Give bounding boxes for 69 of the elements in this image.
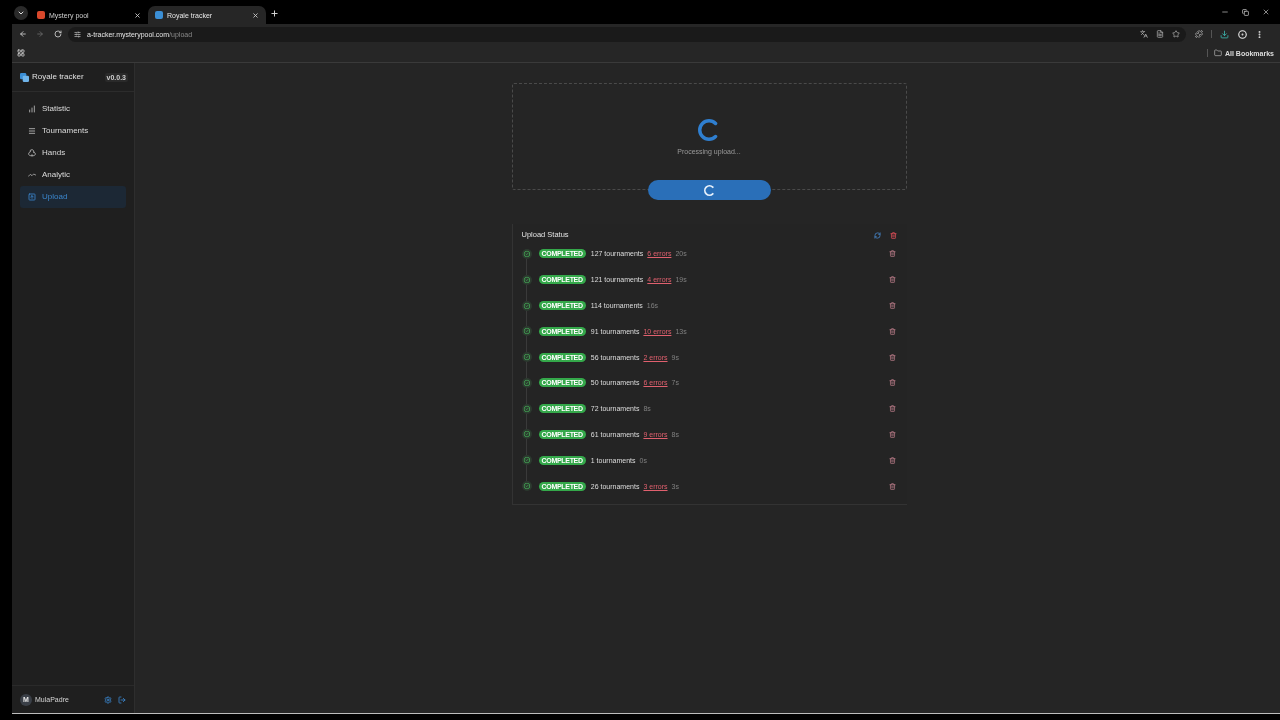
check-circle-icon	[521, 248, 532, 259]
trash-icon	[889, 430, 896, 438]
nav-item[interactable]: Hands	[20, 142, 126, 164]
delete-button[interactable]	[888, 301, 897, 310]
trash-icon	[889, 302, 896, 309]
check-circle-icon	[521, 429, 532, 440]
delete-button[interactable]	[888, 482, 897, 491]
trash-icon	[889, 405, 896, 413]
settings-icon[interactable]	[104, 695, 112, 704]
upload-button[interactable]	[647, 180, 771, 200]
trash-icon[interactable]	[889, 231, 897, 239]
delete-button[interactable]	[888, 327, 897, 336]
check-circle-icon	[521, 377, 532, 388]
document-icon[interactable]	[1156, 30, 1164, 38]
tab-search-button[interactable]	[14, 6, 28, 20]
plus-icon	[269, 8, 279, 18]
line-chart-icon	[28, 171, 36, 179]
trash-icon	[889, 456, 896, 464]
profile-icon[interactable]	[1238, 29, 1247, 39]
logout-icon[interactable]	[118, 695, 126, 704]
delete-button[interactable]	[888, 456, 897, 465]
check-circle-icon	[521, 326, 532, 337]
delete-button[interactable]	[888, 430, 897, 439]
loading-spinner-icon	[698, 119, 720, 141]
nav-item[interactable]: Tournaments	[20, 120, 126, 142]
translate-icon[interactable]	[1140, 30, 1148, 38]
trash-icon	[889, 250, 896, 258]
check-circle-icon	[521, 352, 532, 363]
new-tab-button[interactable]	[268, 7, 280, 19]
download-icon[interactable]	[1220, 29, 1229, 39]
nav-item[interactable]: Statistic	[20, 98, 126, 120]
extensions-icon[interactable]	[1195, 30, 1203, 38]
close-icon[interactable]	[1262, 8, 1270, 16]
check-circle-icon	[521, 403, 532, 414]
sliders-icon[interactable]	[74, 30, 81, 38]
back-icon[interactable]	[19, 30, 27, 38]
trash-icon	[889, 379, 896, 387]
star-icon[interactable]	[1172, 30, 1180, 38]
logo-icon	[20, 72, 29, 82]
folder-icon	[1213, 49, 1222, 57]
trash-icon	[889, 353, 896, 361]
delete-button[interactable]	[888, 404, 897, 413]
check-circle-icon	[521, 481, 532, 492]
refresh-icon[interactable]	[873, 231, 881, 239]
delete-button[interactable]	[888, 353, 897, 362]
nav-item[interactable]: Analytic	[20, 164, 126, 186]
nav-item[interactable]: Upload	[20, 186, 126, 208]
trash-icon	[889, 327, 896, 335]
upload-icon	[28, 193, 36, 201]
trash-icon	[889, 482, 896, 490]
delete-button[interactable]	[888, 275, 897, 284]
reload-icon[interactable]	[54, 30, 62, 38]
menu-icon[interactable]	[1255, 29, 1264, 39]
club-icon	[28, 149, 36, 157]
loading-spinner-icon	[703, 184, 715, 196]
trash-icon	[889, 276, 896, 284]
app-title: Royale tracker	[32, 72, 84, 82]
restore-icon[interactable]	[1242, 8, 1249, 16]
check-circle-icon	[521, 274, 532, 285]
apps-grid-icon[interactable]	[17, 49, 25, 57]
close-icon[interactable]	[252, 11, 259, 19]
check-circle-icon	[521, 300, 532, 311]
delete-button[interactable]	[888, 249, 897, 258]
check-circle-icon	[521, 455, 532, 466]
bar-chart-icon	[28, 105, 36, 113]
chevron-down-icon	[17, 9, 25, 17]
list-icon	[28, 127, 36, 135]
close-icon[interactable]	[134, 11, 141, 19]
delete-button[interactable]	[888, 378, 897, 387]
